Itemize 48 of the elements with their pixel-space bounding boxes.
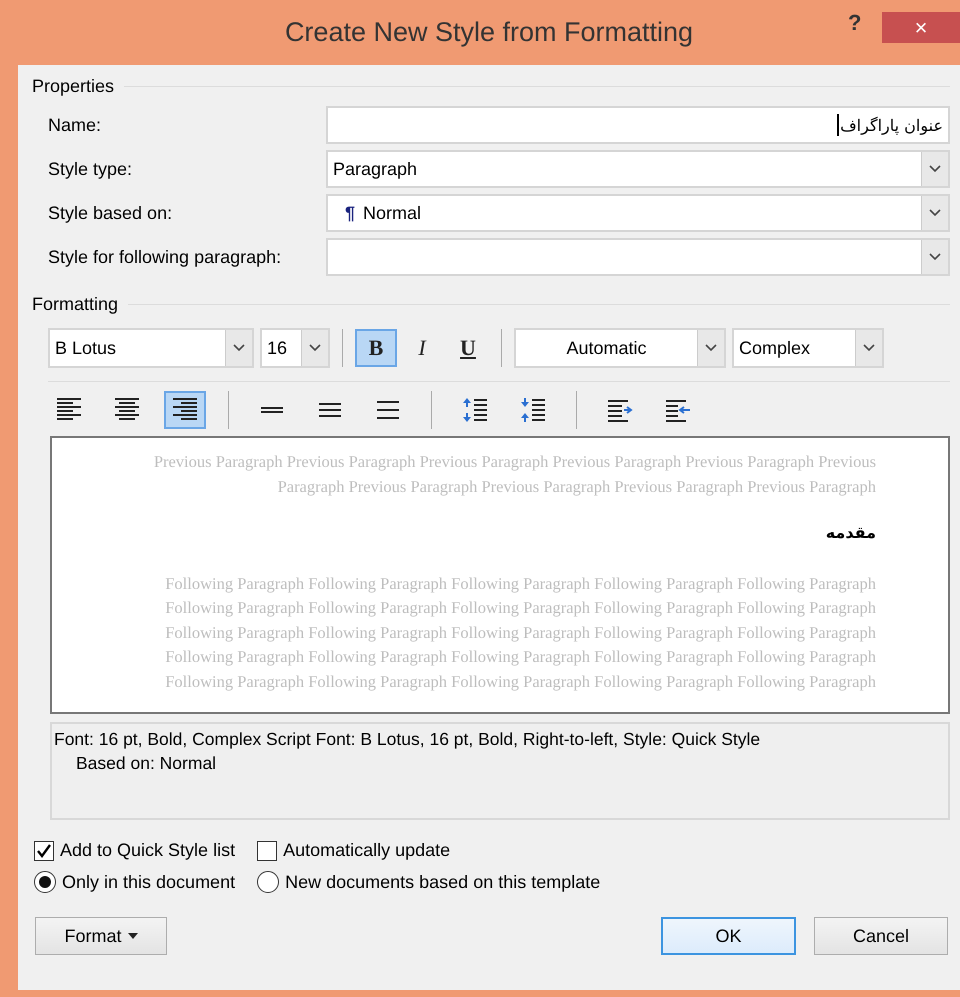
field-label: Style for following paragraph:	[48, 246, 282, 268]
checkbox-label: Automatically update	[283, 840, 450, 861]
dropdown[interactable]: 16	[260, 328, 330, 368]
input-field[interactable]: عنوان پاراگراف	[326, 106, 950, 144]
field-label: Style based on:	[48, 202, 174, 224]
section-heading: Properties	[32, 76, 114, 96]
section-heading: Formatting	[32, 294, 118, 314]
preview-text: Following Paragraph Following Paragraph Following Paragraph Following Paragraph Following Paragraph	[164, 597, 876, 619]
space-increase-icon	[461, 396, 489, 424]
field-label: Name:	[48, 114, 102, 136]
field-label: Style type:	[48, 158, 134, 180]
align-right-button[interactable]	[164, 391, 206, 429]
dropdown[interactable]: ¶ Normal	[326, 194, 950, 232]
pilcrow-icon: ¶	[333, 202, 356, 224]
radio-label: Only in this document	[62, 872, 236, 892]
preview-text: Following Paragraph Following Paragraph Following Paragraph Following Paragraph Following Paragraph	[164, 572, 876, 595]
format-button[interactable]: Format	[35, 917, 167, 955]
ok-button[interactable]: OK	[661, 917, 796, 955]
dropdown[interactable]: Paragraph	[326, 150, 950, 188]
description-text: Based on: Normal	[75, 752, 218, 775]
dropdown[interactable]: B Lotus	[48, 328, 254, 368]
radio-button[interactable]	[34, 871, 56, 893]
italic-button[interactable]: I	[401, 329, 443, 367]
preview-text: Following Paragraph Following Paragraph Following Paragraph Following Paragraph Following Paragraph	[164, 670, 876, 693]
checkbox[interactable]	[257, 840, 278, 860]
line-single-icon	[261, 407, 283, 413]
caret-icon	[128, 933, 138, 939]
help-button[interactable]: ?	[848, 10, 862, 36]
checkbox-label: Add to Quick Style list	[60, 840, 236, 861]
preview-text: Paragraph Previous Paragraph Previous Paragraph Previous Paragraph Previous Paragraph	[276, 476, 876, 498]
bold-button[interactable]: B	[355, 329, 397, 367]
line-one-half-icon	[319, 403, 341, 417]
radio-button[interactable]	[257, 871, 280, 893]
preview-text: Following Paragraph Following Paragraph Following Paragraph Following Paragraph Following Paragraph	[164, 622, 876, 644]
window-title: Create New Style from Formatting	[284, 17, 694, 48]
space-decrease-icon	[519, 396, 547, 424]
preview-text: Following Paragraph Following Paragraph Following Paragraph Following Paragraph Following Paragraph	[164, 646, 876, 668]
line-double-icon	[377, 401, 399, 419]
close-button[interactable]: ×	[882, 12, 960, 43]
underline-button[interactable]: U	[447, 329, 489, 367]
cancel-button[interactable]: Cancel	[814, 917, 948, 955]
sample-text: مقدمه	[824, 522, 876, 544]
dropdown[interactable]: Automatic	[514, 328, 726, 368]
radio-label: New documents based on this template	[285, 872, 600, 892]
dropdown[interactable]: Complex	[732, 328, 884, 368]
preview-text: Previous Paragraph Previous Paragraph Previous Paragraph Previous Paragraph Previous Paragraph Previous	[152, 451, 876, 473]
description-text: Font: 16 pt, Bold, Complex Script Font: B Lotus, 16 pt, Bold, Right-to-left, Style: Quick Style	[54, 728, 762, 751]
checkbox[interactable]	[34, 840, 54, 860]
